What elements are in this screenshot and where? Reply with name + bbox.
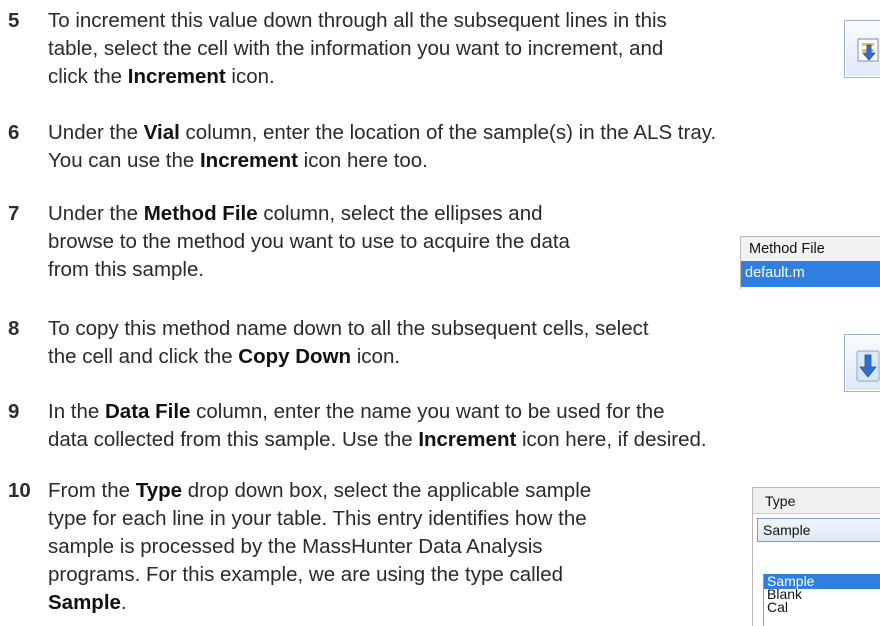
step-text-line: From the Type drop down box, select the … xyxy=(48,479,592,502)
method-file-column-thumbnail: Method File default.m xyxy=(740,236,880,289)
step-text-line: type for each line in your table. This e… xyxy=(48,507,587,530)
increment-icon[interactable] xyxy=(844,20,880,78)
step-text: Under the Method File column, select the… xyxy=(48,200,570,284)
ui-term: Sample xyxy=(48,591,121,614)
type-header-label: Type xyxy=(765,493,796,509)
step-number: 7 xyxy=(8,202,20,225)
ui-term: Increment xyxy=(418,428,517,451)
step-text-line: click the Increment icon. xyxy=(48,65,275,88)
step-text-line: To increment this value down through all… xyxy=(48,9,667,32)
step-text-line: table, select the cell with the informat… xyxy=(48,37,664,60)
type-column-header: Type xyxy=(753,488,880,514)
ui-term: Type xyxy=(135,479,183,502)
ui-term: Vial xyxy=(143,121,180,144)
method-file-header: Method File xyxy=(741,237,880,262)
increment-icon-glyph xyxy=(857,38,879,62)
step-text-line: from this sample. xyxy=(48,258,205,281)
step-text-line: sample is processed by the MassHunter Da… xyxy=(48,535,543,558)
step-text: From the Type drop down box, select the … xyxy=(48,477,591,617)
step-text: To copy this method name down to all the… xyxy=(48,315,649,371)
type-dropdown-thumbnail: Type Sample Sample Blank Cal xyxy=(752,487,880,626)
step-text: In the Data File column, enter the name … xyxy=(48,398,707,454)
step-text-line: Sample. xyxy=(48,591,127,614)
ui-term: Method File xyxy=(143,202,258,225)
type-option[interactable]: Cal xyxy=(764,600,880,615)
step-text-line: data collected from this sample. Use the… xyxy=(48,428,707,451)
ui-term: Increment xyxy=(199,149,298,172)
step-number: 5 xyxy=(8,9,20,32)
step-text-line: programs. For this example, we are using… xyxy=(48,563,564,586)
step-text-line: To copy this method name down to all the… xyxy=(48,317,649,340)
method-file-value: default.m xyxy=(745,265,805,281)
step-text-line: You can use the Increment icon here too. xyxy=(48,149,428,172)
step-number: 6 xyxy=(8,121,20,144)
method-file-cell[interactable]: default.m xyxy=(741,261,880,287)
copy-down-icon-glyph xyxy=(856,350,880,382)
type-select[interactable]: Sample xyxy=(757,518,880,542)
step-number: 8 xyxy=(8,317,20,340)
step-text-line: Under the Method File column, select the… xyxy=(48,202,543,225)
type-select-value: Sample xyxy=(763,522,811,538)
copy-down-icon[interactable] xyxy=(844,334,880,392)
step-text: To increment this value down through all… xyxy=(48,7,667,91)
method-file-header-label: Method File xyxy=(749,241,825,257)
ui-term: Increment xyxy=(127,65,226,88)
step-text-line: Under the Vial column, enter the locatio… xyxy=(48,121,717,144)
ui-term: Data File xyxy=(105,400,191,423)
step-text-line: browse to the method you want to use to … xyxy=(48,230,570,253)
step-text: Under the Vial column, enter the locatio… xyxy=(48,119,716,175)
type-options-list: Sample Blank Cal xyxy=(763,574,880,626)
step-text-line: the cell and click the Copy Down icon. xyxy=(48,345,401,368)
step-number: 10 xyxy=(8,479,31,502)
step-number: 9 xyxy=(8,400,20,423)
ui-term: Copy Down xyxy=(238,345,352,368)
step-text-line: In the Data File column, enter the name … xyxy=(48,400,665,423)
